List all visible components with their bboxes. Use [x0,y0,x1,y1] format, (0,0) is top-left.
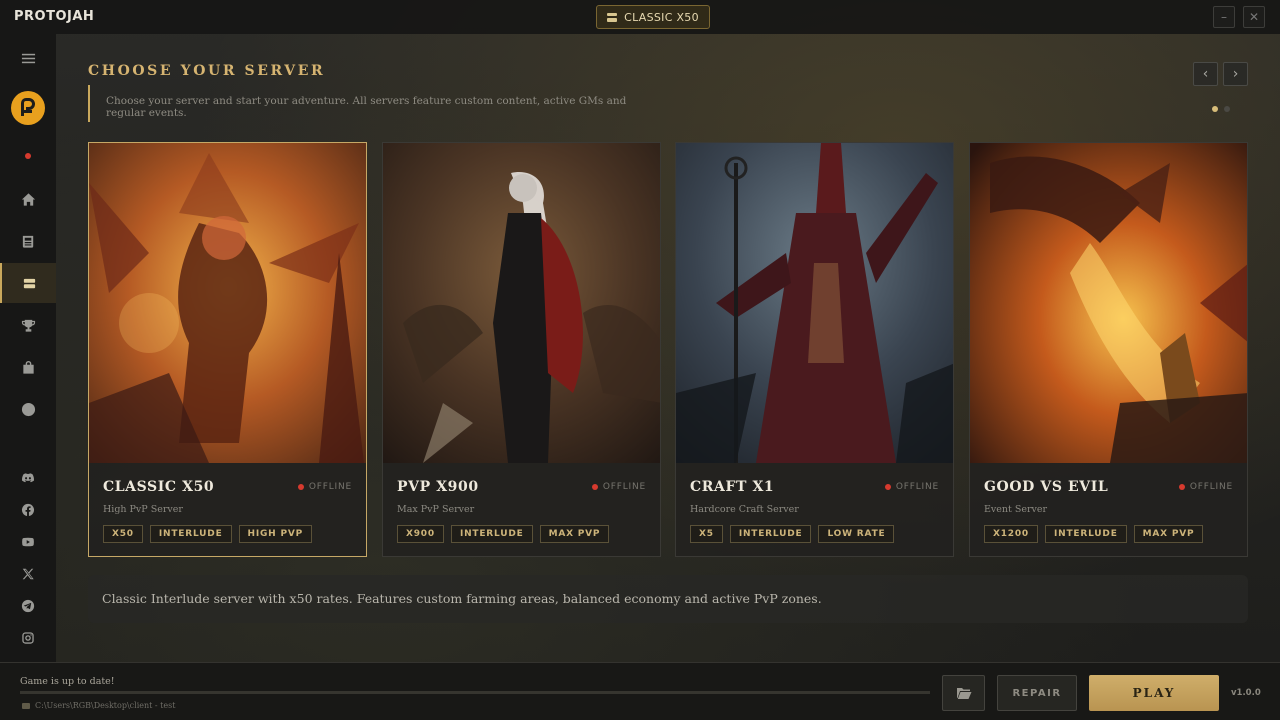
page-indicator-active[interactable] [1212,106,1218,112]
repair-button[interactable]: REPAIR [997,675,1077,711]
newspaper-icon[interactable] [0,221,56,261]
open-folder-button[interactable] [942,675,985,711]
server-tags: X5 INTERLUDE LOW RATE [690,525,895,543]
server-artwork [383,143,660,463]
server-card-pvp-x900[interactable]: PVP X900 OFFLINE Max PvP Server X900 INT… [382,142,661,557]
server-artwork [676,143,953,463]
status-dot [297,484,304,490]
folder-open-icon [956,688,971,699]
tag-rate: X50 [103,525,143,543]
home-icon[interactable] [0,179,56,219]
status-label: OFFLINE [1189,482,1233,492]
globe-icon[interactable] [0,389,56,429]
server-tags: X1200 INTERLUDE MAX PVP [984,525,1204,543]
client-path-label: C:\Users\RGB\Desktop\client - test [35,701,176,710]
tag-type: LOW RATE [818,525,895,543]
sidebar [0,34,56,662]
server-artwork [970,143,1247,463]
tag-type: HIGH PVP [238,525,313,543]
server-description: Classic Interlude server with x50 rates.… [88,575,1248,623]
connection-status-dot [25,153,31,159]
shopping-bag-icon[interactable] [0,347,56,387]
tag-chronicle: INTERLUDE [1045,525,1127,543]
server-name: CRAFT X1 [690,479,775,495]
logo-icon [11,91,45,125]
update-progress-bar [20,691,930,694]
minimize-button[interactable]: – [1213,6,1235,28]
tag-type: MAX PVP [539,525,610,543]
server-status: OFFLINE [297,482,352,492]
tag-rate: X1200 [984,525,1038,543]
footer: Game is up to date! C:\Users\RGB\Desktop… [0,662,1280,720]
server-status: OFFLINE [591,482,646,492]
tag-chronicle: INTERLUDE [450,525,533,543]
page-indicator[interactable] [1224,106,1230,112]
server-card-craft-x1[interactable]: CRAFT X1 OFFLINE Hardcore Craft Server X… [675,142,954,557]
status-label: OFFLINE [602,482,646,492]
trophy-icon[interactable] [0,305,56,345]
current-server-label: CLASSIC X50 [624,10,699,24]
app-title: PROTOJAH [14,9,95,24]
status-dot [591,484,598,490]
update-status: Game is up to date! [20,676,115,687]
server-subtitle: High PvP Server [103,504,183,515]
server-subtitle: Hardcore Craft Server [690,504,799,515]
prev-page-button[interactable]: ‹ [1193,62,1218,86]
hamburger-icon[interactable] [0,38,56,78]
servers-icon [607,12,618,22]
page-title: CHOOSE YOUR SERVER [88,63,326,79]
server-subtitle: Event Server [984,504,1048,515]
current-server-button[interactable]: CLASSIC X50 [596,5,710,29]
status-dot [884,484,891,490]
folder-icon [22,702,30,709]
status-label: OFFLINE [895,482,939,492]
next-page-button[interactable]: › [1223,62,1248,86]
server-name: CLASSIC X50 [103,479,215,495]
close-button[interactable]: ✕ [1243,6,1265,28]
server-card-good-vs-evil[interactable]: GOOD VS EVIL OFFLINE Event Server X1200 … [969,142,1248,557]
server-name: PVP X900 [397,479,479,495]
status-label: OFFLINE [308,482,352,492]
client-path: C:\Users\RGB\Desktop\client - test [22,701,175,710]
tag-type: MAX PVP [1133,525,1204,543]
servers-icon[interactable] [0,263,56,303]
server-status: OFFLINE [1178,482,1233,492]
tag-rate: X5 [690,525,723,543]
play-button[interactable]: PLAY [1089,675,1219,711]
server-tags: X900 INTERLUDE MAX PVP [397,525,610,543]
server-card-classic-x50[interactable]: CLASSIC X50 OFFLINE High PvP Server X50 … [88,142,367,557]
server-artwork [89,143,366,463]
status-dot [1178,484,1185,490]
server-name: GOOD VS EVIL [984,479,1109,495]
server-status: OFFLINE [884,482,939,492]
tag-chronicle: INTERLUDE [149,525,232,543]
instagram-icon[interactable] [0,618,56,658]
server-subtitle: Max PvP Server [397,504,475,515]
version-label: v1.0.0 [1231,688,1261,698]
title-bar: PROTOJAH CLASSIC X50 – ✕ [0,0,1280,34]
tag-chronicle: INTERLUDE [729,525,812,543]
server-tags: X50 INTERLUDE HIGH PVP [103,525,313,543]
page-subtitle: Choose your server and start your advent… [88,85,668,122]
tag-rate: X900 [397,525,444,543]
